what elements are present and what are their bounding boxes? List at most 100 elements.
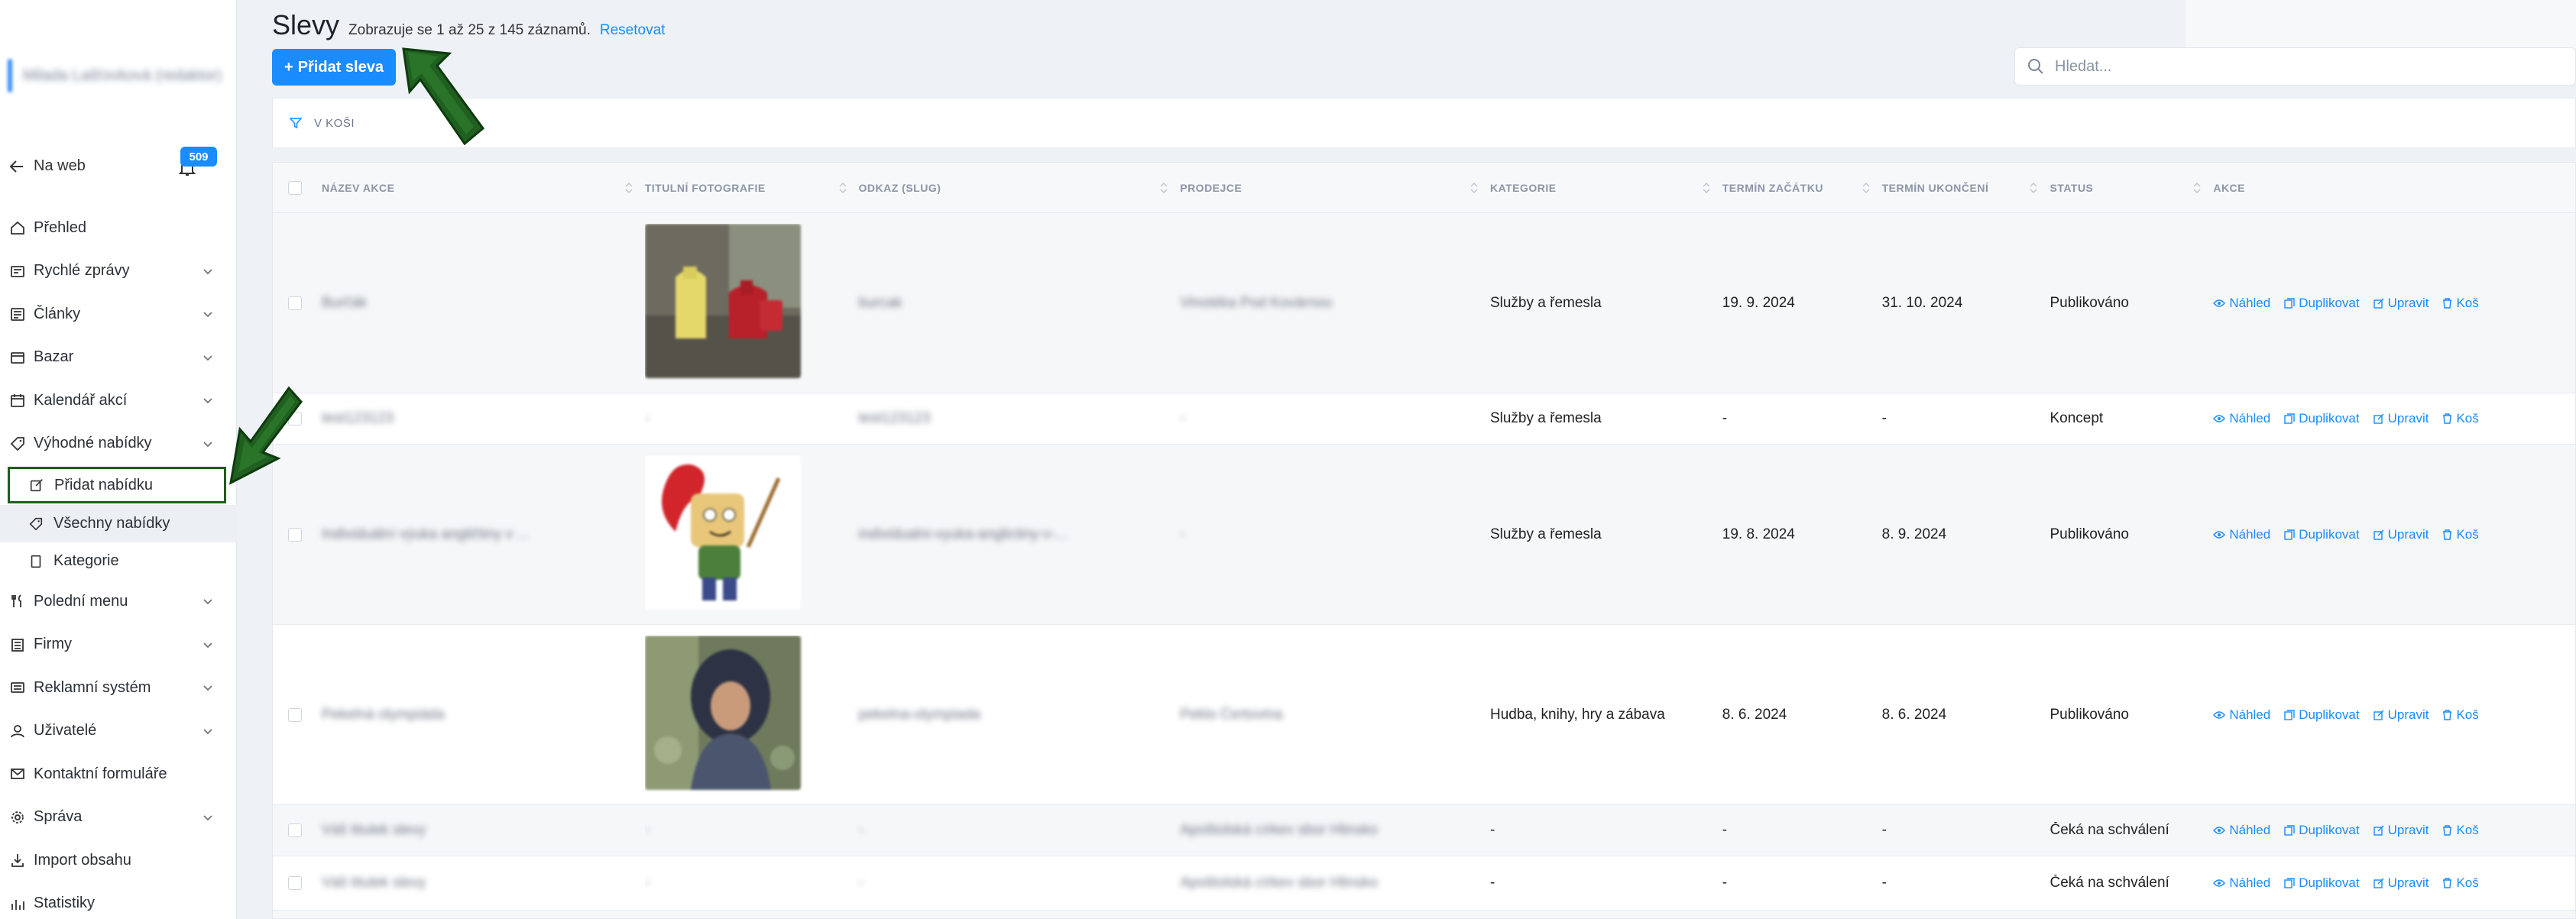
duplicate-action[interactable]: Duplikovat xyxy=(2284,527,2360,542)
sidebar-item-správa[interactable]: Správa xyxy=(0,796,237,840)
duplicate-action[interactable]: Duplikovat xyxy=(2284,411,2360,426)
discount-name[interactable]: Individuální výuka angličtiny v ... xyxy=(303,526,645,543)
chevron-down-icon[interactable] xyxy=(202,265,214,277)
search-box[interactable] xyxy=(2014,47,2576,86)
duplicate-action[interactable]: Duplikovat xyxy=(2284,707,2360,723)
chevron-down-icon[interactable] xyxy=(202,308,214,320)
search-input[interactable] xyxy=(2055,57,2513,76)
trash-action[interactable]: Koš xyxy=(2442,875,2479,891)
row-checkbox[interactable] xyxy=(288,296,302,310)
trash-action[interactable]: Koš xyxy=(2442,411,2479,426)
sidebar-item-rychlé-zprávy[interactable]: Rychlé zprávy xyxy=(0,250,237,293)
chevron-down-icon[interactable] xyxy=(202,639,214,651)
sort-icon[interactable] xyxy=(625,182,633,194)
table-row[interactable]: Váš titulek slevy - - Apoštolská církev sbo… xyxy=(273,856,2575,911)
chevron-down-icon[interactable] xyxy=(202,351,214,364)
discount-name[interactable]: Váš titulek slevy xyxy=(303,822,645,839)
chevron-down-icon[interactable] xyxy=(202,681,214,694)
row-checkbox[interactable] xyxy=(288,824,302,837)
column-header[interactable]: AKCE xyxy=(2213,182,2575,194)
chevron-down-icon[interactable] xyxy=(202,811,214,824)
edit-action[interactable]: Upravit xyxy=(2373,296,2429,311)
sort-icon[interactable] xyxy=(2193,182,2201,194)
sidebar-item-články[interactable]: Články xyxy=(0,293,237,336)
sidebar-item-bazar[interactable]: Bazar xyxy=(0,336,237,380)
account-switcher[interactable]: Milada Lašťovková (redaktor) xyxy=(8,57,222,95)
column-header[interactable]: NÁZEV AKCE xyxy=(303,182,645,194)
sort-icon[interactable] xyxy=(1160,182,1168,194)
edit-icon xyxy=(2373,710,2384,720)
sidebar-item-reklamní-systém[interactable]: Reklamní systém xyxy=(0,666,237,710)
sort-icon[interactable] xyxy=(2030,182,2037,194)
sort-icon[interactable] xyxy=(1862,182,1870,194)
column-header[interactable]: ODKAZ (SLUG) xyxy=(859,182,1181,194)
column-header[interactable]: TITULNÍ FOTOGRAFIE xyxy=(645,182,859,194)
sidebar-item-firmy[interactable]: Firmy xyxy=(0,623,237,667)
edit-action[interactable]: Upravit xyxy=(2373,707,2429,723)
back-to-web-link[interactable]: Na web xyxy=(9,157,86,175)
sidebar-subitem-všechny-nabídky[interactable]: Všechny nabídky xyxy=(0,505,237,542)
preview-action[interactable]: Náhled xyxy=(2213,411,2270,426)
table-row[interactable]: Burčák burcak Vinotéka Pod Kovárnou Služby … xyxy=(273,213,2575,393)
sidebar-item-uživatelé[interactable]: Uživatelé xyxy=(0,710,237,753)
trash-action[interactable]: Koš xyxy=(2442,823,2479,838)
trash-action[interactable]: Koš xyxy=(2442,707,2479,723)
sidebar-item-kalendář-akcí[interactable]: Kalendář akcí xyxy=(0,379,237,422)
discount-name[interactable]: Váš titulek slevy xyxy=(303,875,645,891)
add-discount-button[interactable]: + Přidat sleva xyxy=(272,49,396,86)
column-header[interactable]: STATUS xyxy=(2049,182,2213,194)
sort-icon[interactable] xyxy=(1470,182,1478,194)
preview-action[interactable]: Náhled xyxy=(2213,875,2270,891)
column-header[interactable]: TERMÍN ZAČÁTKU xyxy=(1722,182,1882,194)
preview-action[interactable]: Náhled xyxy=(2213,296,2270,311)
trash-action[interactable]: Koš xyxy=(2442,527,2479,542)
trash-action[interactable]: Koš xyxy=(2442,296,2479,311)
edit-action[interactable]: Upravit xyxy=(2373,875,2429,891)
discount-seller: Vinotéka Pod Kovárnou xyxy=(1180,294,1333,311)
sidebar-item-statistiky[interactable]: Statistiky xyxy=(0,882,237,919)
discount-name[interactable]: test123123 xyxy=(303,410,645,427)
row-checkbox[interactable] xyxy=(288,707,302,722)
sidebar-item-kontaktní-formuláře[interactable]: Kontaktní formuláře xyxy=(0,752,237,796)
sort-icon[interactable] xyxy=(838,182,847,194)
sidebar-item-import-obsahu[interactable]: Import obsahu xyxy=(0,839,237,882)
row-checkbox[interactable] xyxy=(288,527,302,542)
chevron-down-icon[interactable] xyxy=(202,394,214,406)
column-header[interactable]: PRODEJCE xyxy=(1180,182,1490,194)
column-header[interactable]: KATEGORIE xyxy=(1490,182,1722,194)
sidebar-subitem-přidat-nabídku[interactable]: Přidat nabídku xyxy=(8,467,226,503)
sidebar-item-výhodné-nabídky[interactable]: Výhodné nabídky xyxy=(0,422,237,466)
back-to-web-label: Na web xyxy=(34,157,86,174)
edit-action[interactable]: Upravit xyxy=(2373,411,2429,426)
row-checkbox[interactable] xyxy=(288,876,302,890)
sidebar-item-polední-menu[interactable]: Polední menu xyxy=(0,580,237,623)
discount-name[interactable]: Pekelná olympiáda xyxy=(303,707,645,723)
filter-icon[interactable] xyxy=(290,117,302,129)
table-row[interactable]: Individuální výuka angličtiny v ... indiv… xyxy=(273,445,2575,625)
table-row[interactable]: Váš titulek slevy - - Apoštolská církev sbo… xyxy=(273,805,2575,856)
table-row[interactable]: Pekelná olympiáda pekelna-olympiada Peklo … xyxy=(273,625,2575,805)
duplicate-action[interactable]: Duplikovat xyxy=(2284,875,2360,891)
edit-action[interactable]: Upravit xyxy=(2373,527,2429,542)
chevron-down-icon[interactable] xyxy=(202,438,214,450)
edit-icon xyxy=(2373,529,2384,540)
duplicate-action[interactable]: Duplikovat xyxy=(2284,823,2360,838)
edit-action[interactable]: Upravit xyxy=(2373,823,2429,838)
select-all-checkbox[interactable] xyxy=(288,180,302,195)
sidebar-subitem-kategorie[interactable]: Kategorie xyxy=(0,542,237,580)
column-header[interactable]: TERMÍN UKONČENÍ xyxy=(1882,182,2050,194)
trash-filter[interactable]: V KOŠI xyxy=(314,117,355,130)
chevron-down-icon[interactable] xyxy=(202,725,214,737)
column-header-label: TERMÍN ZAČÁTKU xyxy=(1722,181,1823,194)
preview-action[interactable]: Náhled xyxy=(2213,527,2270,542)
discount-name[interactable]: Burčák xyxy=(303,295,645,312)
sidebar-item-přehled[interactable]: Přehled xyxy=(0,206,237,250)
duplicate-action[interactable]: Duplikovat xyxy=(2284,296,2360,311)
chevron-down-icon[interactable] xyxy=(202,595,214,607)
preview-action[interactable]: Náhled xyxy=(2213,823,2270,838)
table-row[interactable]: test123123- test123123- Služby a řemesla - -… xyxy=(273,393,2575,445)
preview-action[interactable]: Náhled xyxy=(2213,707,2270,723)
reset-link[interactable]: Resetovat xyxy=(600,22,666,39)
discount-slug: - xyxy=(858,822,864,838)
sort-icon[interactable] xyxy=(1703,182,1710,194)
